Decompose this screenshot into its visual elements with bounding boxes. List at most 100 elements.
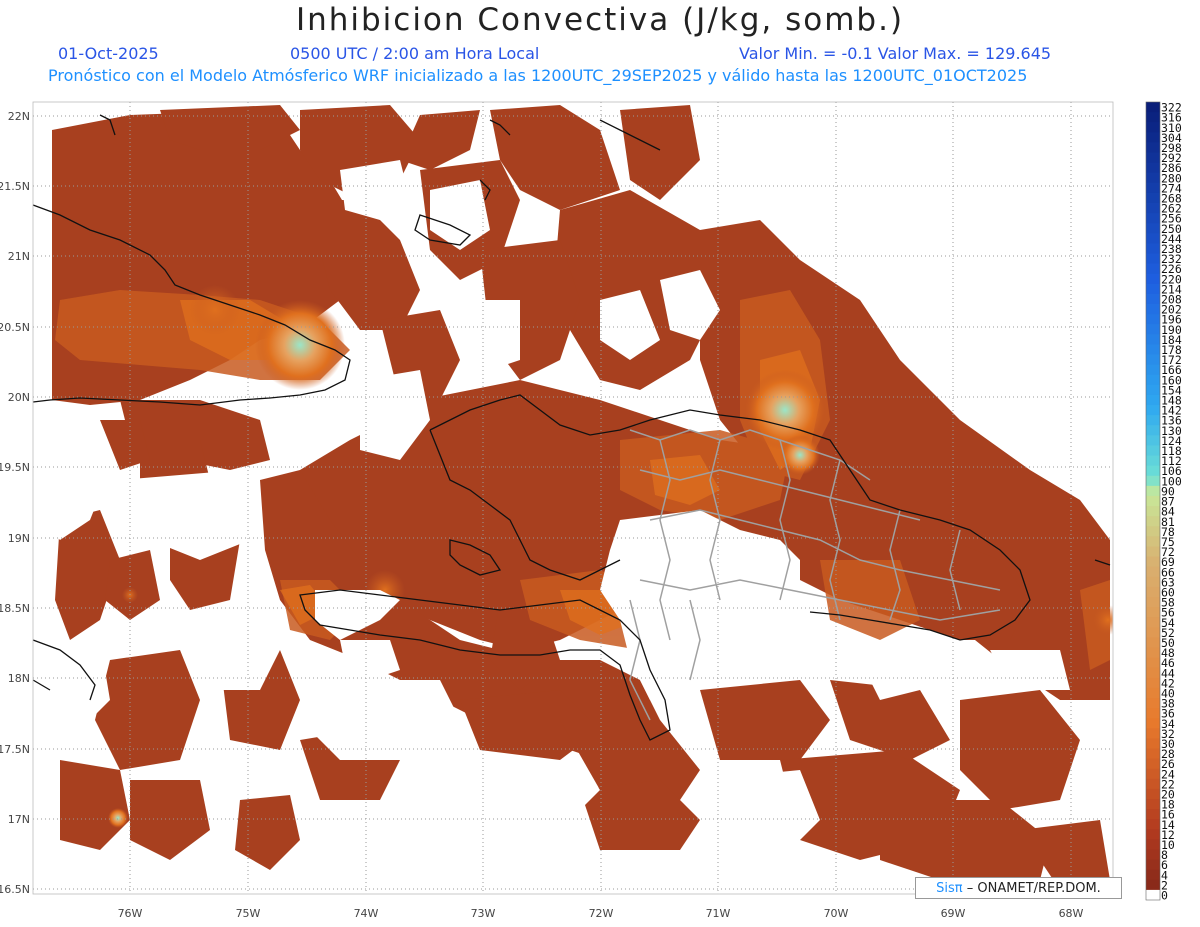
colorbar-swatch [1146,556,1160,568]
colorbar-swatch [1146,738,1160,749]
credit-box: Sisπ – ONAMET/REP.DOM. [915,877,1122,899]
colorbar-swatch [1146,586,1160,598]
colorbar-swatch [1146,243,1160,255]
colorbar-swatch [1146,465,1160,477]
lon-label: 69W [941,907,966,920]
colorbar-swatch [1146,405,1160,416]
colorbar-swatch [1146,536,1160,547]
lon-label: 72W [589,907,614,920]
colorbar-swatch [1146,576,1160,588]
lat-label: 18N [8,672,30,685]
lon-label: 76W [118,907,143,920]
colorbar-swatch [1146,859,1160,871]
colorbar-swatch [1146,596,1160,608]
colorbar-swatch [1146,788,1160,800]
colorbar-swatch [1146,112,1160,123]
colorbar-swatch [1146,172,1160,184]
colorbar-swatch [1146,455,1160,467]
colorbar-swatch [1146,607,1160,618]
colorbar-swatch [1146,546,1160,558]
colorbar-swatch [1146,849,1160,861]
colorbar-swatch [1146,718,1160,729]
colorbar-swatch [1146,203,1160,214]
colorbar-swatch [1146,425,1160,436]
colorbar-swatch [1146,182,1160,194]
lat-label: 20.5N [0,321,30,334]
longitude-labels: 76W 75W 74W 73W 72W 71W 70W 69W 68W [118,907,1084,920]
colorbar-swatch [1146,708,1160,719]
colorbar-swatch [1146,283,1160,295]
colorbar-swatch [1146,354,1160,366]
colorbar-swatch [1146,829,1160,840]
lat-label: 22N [8,110,30,123]
lat-label: 21.5N [0,180,30,193]
colorbar-swatch [1146,324,1160,335]
colorbar-swatch [1146,223,1160,234]
colorbar-swatch [1146,102,1160,113]
lat-label: 19.5N [0,461,30,474]
colorbar-swatch [1146,667,1160,679]
lon-label: 75W [236,907,261,920]
colorbar-swatch [1146,415,1160,426]
colorbar-swatch [1146,687,1160,699]
colorbar-swatch [1146,192,1160,204]
lat-label: 19N [8,532,30,545]
colorbar-swatch [1146,213,1160,224]
lat-label: 17.5N [0,743,30,756]
colorbar-swatch [1146,728,1160,739]
colorbar-swatch [1146,869,1160,881]
colorbar-swatch [1146,162,1160,174]
colorbar-swatch [1146,617,1160,628]
colorbar-swatch [1146,627,1160,638]
lat-label: 17N [8,813,30,826]
latitude-labels: 22N 21.5N 21N 20.5N 20N 19.5N 19N 18.5N … [0,110,30,896]
colorbar-swatch [1146,768,1160,780]
colorbar-swatch [1146,526,1160,537]
lon-label: 74W [354,907,379,920]
colorbar-swatch [1146,495,1160,507]
colorbar-swatch [1146,819,1160,830]
colorbar-swatch [1146,778,1160,790]
colorbar-swatch [1146,435,1160,446]
colorbar-swatch [1146,233,1160,244]
colorbar-swatch [1146,748,1160,760]
lat-label: 20N [8,391,30,404]
colorbar-swatch [1146,798,1160,810]
colorbar-label: 0 [1161,889,1168,903]
credit-text: – ONAMET/REP.DOM. [966,881,1101,896]
colorbar-swatch [1146,889,1160,901]
colorbar-swatch [1146,132,1160,143]
colorbar: 3223163103042982922862802742682622562502… [1145,101,1182,903]
lon-label: 71W [706,907,731,920]
colorbar-swatch [1146,647,1160,659]
lat-label: 18.5N [0,602,30,615]
colorbar-swatch [1146,374,1160,386]
colorbar-swatch [1146,152,1160,164]
colorbar-swatch [1146,445,1160,457]
credit-logo: Sisπ [936,881,963,896]
cin-field [40,105,1113,894]
colorbar-swatch [1146,485,1160,497]
lat-label: 16.5N [0,883,30,896]
colorbar-swatch [1146,506,1160,517]
colorbar-swatch [1146,304,1160,315]
colorbar-swatch [1146,384,1160,396]
colorbar-swatch [1146,677,1160,689]
lon-label: 70W [824,907,849,920]
colorbar-swatch [1146,314,1160,325]
colorbar-swatch [1146,839,1160,850]
colorbar-swatch [1146,657,1160,669]
lat-label: 21N [8,250,30,263]
colorbar-swatch [1146,879,1160,891]
colorbar-swatch [1146,293,1160,305]
colorbar-swatch [1146,758,1160,770]
cin-map: 22N 21.5N 21N 20.5N 20N 19.5N 19N 18.5N … [0,101,1182,920]
lon-label: 68W [1059,907,1084,920]
colorbar-swatch [1146,566,1160,578]
colorbar-swatch [1146,637,1160,648]
colorbar-swatch [1146,697,1160,709]
colorbar-swatch [1146,253,1160,265]
colorbar-swatch [1146,334,1160,345]
colorbar-swatch [1146,273,1160,285]
colorbar-swatch [1146,809,1160,820]
